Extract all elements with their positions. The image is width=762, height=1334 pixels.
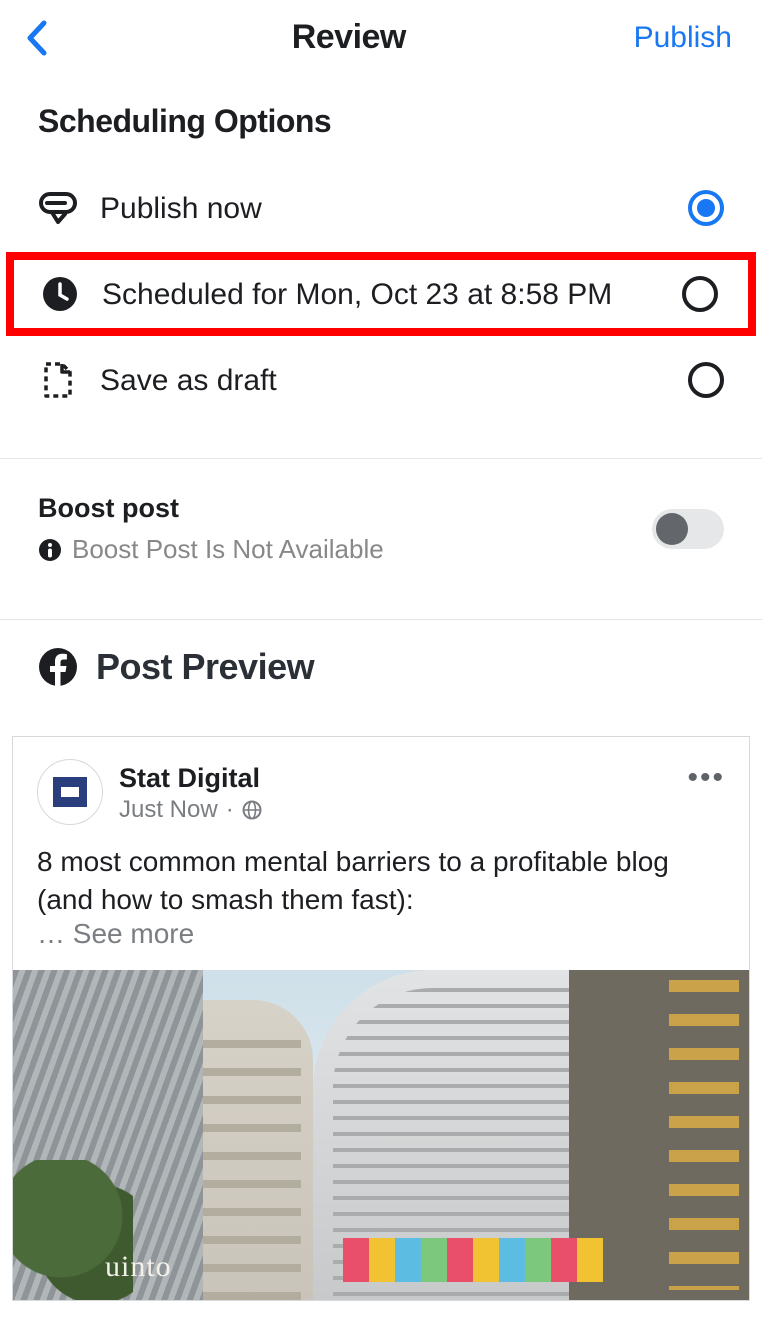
post-image[interactable]: uinto — [13, 970, 749, 1300]
post-menu-button[interactable]: ••• — [687, 759, 725, 795]
avatar[interactable] — [37, 759, 103, 825]
boost-subtitle: Boost Post Is Not Available — [38, 534, 632, 565]
post-preview-title: Post Preview — [96, 646, 314, 688]
option-label: Scheduled for Mon, Oct 23 at 8:58 PM — [102, 275, 660, 314]
back-button[interactable] — [24, 19, 64, 57]
post-text: 8 most common mental barriers to a profi… — [13, 833, 749, 918]
option-save-draft[interactable]: Save as draft — [0, 340, 762, 420]
chevron-left-icon — [24, 19, 48, 57]
boost-title: Boost post — [38, 493, 632, 524]
scheduling-section-title: Scheduling Options — [0, 81, 762, 168]
post-preview-card: Stat Digital Just Now · ••• 8 most commo… — [12, 736, 750, 1301]
option-publish-now[interactable]: Publish now — [0, 168, 762, 248]
option-label: Publish now — [100, 189, 666, 228]
page-name[interactable]: Stat Digital — [119, 763, 671, 794]
header: Review Publish — [0, 0, 762, 81]
globe-icon — [242, 800, 262, 820]
boost-toggle[interactable] — [652, 509, 724, 549]
info-icon — [38, 538, 62, 562]
radio-scheduled[interactable] — [682, 276, 718, 312]
facebook-icon — [38, 647, 78, 687]
publish-button[interactable]: Publish — [634, 21, 732, 55]
radio-draft[interactable] — [688, 362, 724, 398]
scheduling-options: Publish now Scheduled for Mon, Oct 23 at… — [0, 168, 762, 430]
boost-subtitle-text: Boost Post Is Not Available — [72, 534, 384, 565]
timestamp: Just Now — [119, 796, 218, 824]
avatar-logo-icon — [47, 769, 93, 815]
option-label: Save as draft — [100, 361, 666, 400]
page-title: Review — [292, 18, 406, 57]
post-preview-header: Post Preview — [0, 620, 762, 700]
option-scheduled[interactable]: Scheduled for Mon, Oct 23 at 8:58 PM — [6, 252, 756, 336]
clock-icon — [40, 274, 80, 314]
image-sign-text: uinto — [105, 1250, 172, 1284]
publish-now-icon — [38, 188, 78, 228]
separator: · — [226, 796, 234, 824]
see-more[interactable]: … See more — [13, 918, 749, 962]
draft-icon — [38, 360, 78, 400]
radio-publish-now[interactable] — [688, 190, 724, 226]
boost-section: Boost post Boost Post Is Not Available — [0, 459, 762, 591]
